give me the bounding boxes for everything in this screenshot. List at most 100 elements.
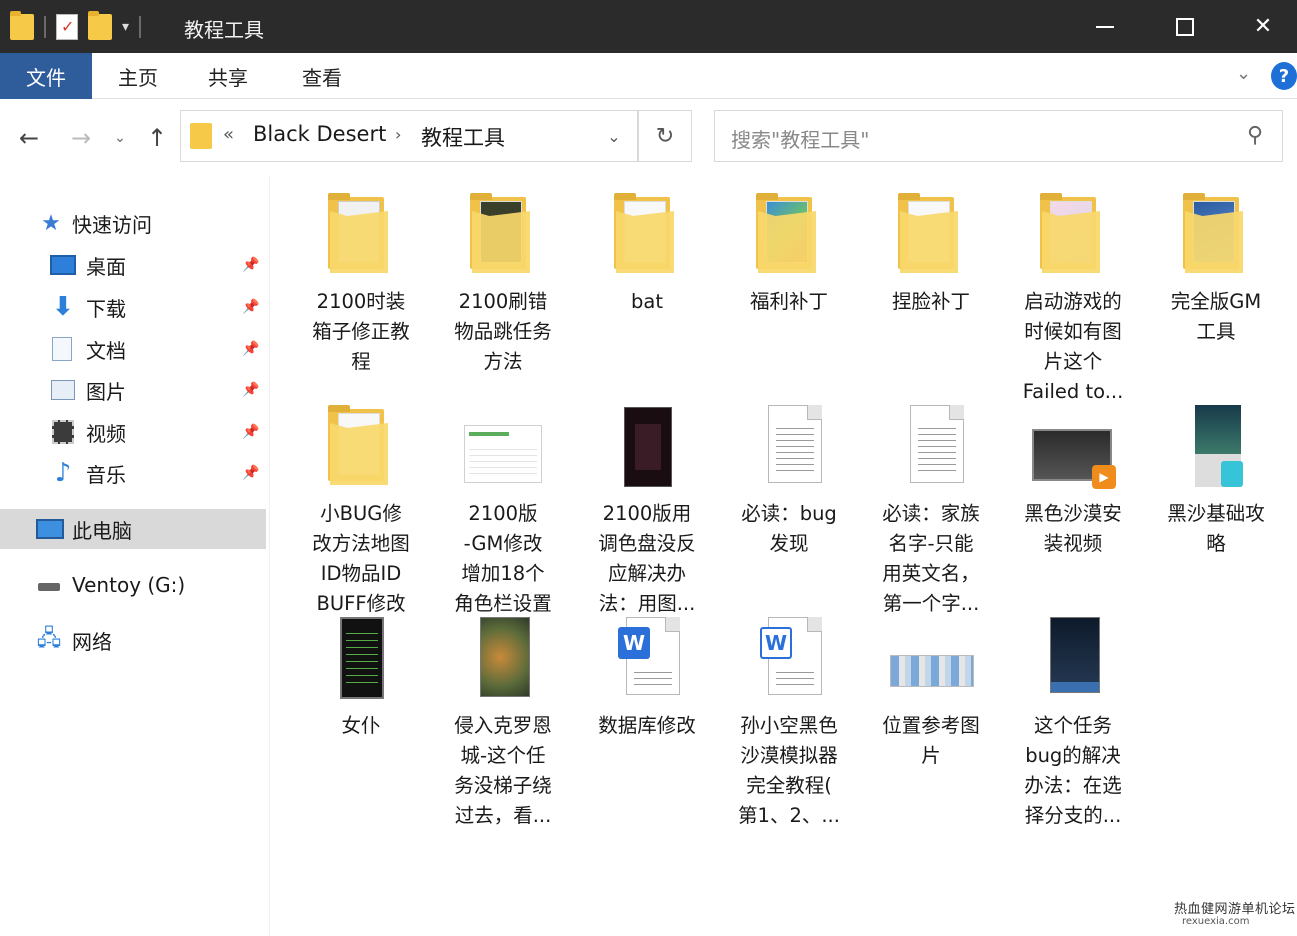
file-item[interactable]: 必读：bug 发现 bbox=[724, 405, 854, 559]
file-name-line: bat bbox=[631, 290, 663, 313]
file-item[interactable]: W 数据库修改 bbox=[582, 617, 712, 741]
breadcrumb-current[interactable]: 教程工具 bbox=[421, 122, 505, 152]
file-item[interactable]: 福利补丁 bbox=[724, 193, 854, 317]
file-name-line: 启动游戏的 bbox=[1024, 290, 1122, 313]
forward-button[interactable]: → bbox=[64, 123, 98, 153]
breadcrumb-overflow[interactable]: « bbox=[223, 124, 234, 145]
sidebar-item-quick-access[interactable]: ★ 快速访问 bbox=[0, 203, 266, 243]
file-item[interactable]: 启动游戏的 时候如有图 片这个 Failed to... bbox=[1008, 193, 1138, 407]
file-name-line: 方法 bbox=[483, 350, 523, 373]
search-icon[interactable]: ⚲ bbox=[1247, 123, 1263, 148]
folder-icon bbox=[886, 193, 976, 283]
back-button[interactable]: ← bbox=[12, 123, 46, 153]
file-name: 必读：bug 发现 bbox=[725, 499, 853, 559]
file-item[interactable]: 完全版GM 工具 bbox=[1151, 193, 1281, 347]
computer-icon bbox=[36, 519, 64, 539]
pin-icon[interactable]: 📌 bbox=[242, 299, 259, 315]
breadcrumb-separator[interactable]: › bbox=[395, 125, 401, 144]
file-name-line: 位置参考图 bbox=[882, 714, 980, 737]
tab-home[interactable]: 主页 bbox=[98, 53, 178, 99]
file-item[interactable]: 2100版用 调色盘没反 应解决办 法：用图... bbox=[582, 407, 712, 619]
close-button[interactable]: ✕ bbox=[1228, 0, 1297, 53]
chevron-down-icon: ⌄ bbox=[607, 126, 621, 146]
up-button[interactable]: ↑ bbox=[140, 123, 174, 153]
folder-icon bbox=[10, 11, 34, 40]
file-item[interactable]: 2100时装 箱子修正教 程 bbox=[296, 193, 426, 377]
file-name-line: 用英文名， bbox=[882, 562, 980, 585]
help-button[interactable]: ? bbox=[1271, 62, 1297, 90]
image-thumbnail-icon bbox=[458, 409, 548, 495]
file-name: 侵入克罗恩 城-这个任 务没梯子绕 过去，看... bbox=[439, 711, 567, 831]
file-item[interactable]: 位置参考图 片 bbox=[866, 621, 996, 771]
file-item[interactable]: 2100版 -GM修改 增加18个 角色栏设置 bbox=[438, 409, 568, 619]
folder-icon bbox=[190, 123, 212, 149]
toolbar-divider bbox=[44, 16, 46, 38]
file-name-line: 择分支的... bbox=[1024, 804, 1122, 827]
file-name-line: 法：用图... bbox=[598, 592, 696, 615]
maximize-button[interactable] bbox=[1150, 0, 1220, 53]
refresh-button[interactable]: ↻ bbox=[638, 110, 692, 162]
sidebar-item-label: 视频 bbox=[86, 421, 126, 446]
sidebar-item-pictures[interactable]: 图片 📌 bbox=[0, 370, 266, 410]
file-item[interactable]: 小BUG修 改方法地图 ID物品ID BUFF修改 bbox=[296, 405, 426, 619]
properties-icon[interactable] bbox=[56, 14, 78, 40]
file-item[interactable]: 必读：家族 名字-只能 用英文名， 第一个字... bbox=[866, 405, 996, 619]
file-item[interactable]: 女仆 bbox=[296, 617, 426, 741]
window-title: 教程工具 bbox=[184, 18, 264, 42]
file-item[interactable]: 这个任务 bug的解决 办法：在选 择分支的... bbox=[1008, 617, 1138, 831]
folder-icon bbox=[1028, 193, 1118, 283]
file-item[interactable]: bat bbox=[582, 193, 712, 317]
file-name-line: 略 bbox=[1206, 532, 1226, 555]
folder-icon bbox=[316, 405, 406, 495]
file-item[interactable]: ▶ 黑色沙漠安 装视频 bbox=[1008, 409, 1138, 559]
pin-icon[interactable]: 📌 bbox=[242, 382, 259, 398]
sidebar-item-desktop[interactable]: 桌面 📌 bbox=[0, 245, 266, 285]
sidebar-item-videos[interactable]: 视频 📌 bbox=[0, 412, 266, 452]
file-name: 数据库修改 bbox=[583, 711, 711, 741]
new-folder-icon[interactable] bbox=[88, 11, 112, 40]
maximize-icon bbox=[1176, 17, 1194, 36]
minimize-button[interactable] bbox=[1070, 0, 1140, 53]
file-name-line: 片这个 bbox=[1043, 350, 1103, 373]
address-history-button[interactable]: ⌄ bbox=[604, 110, 624, 162]
chevron-down-icon: ⌄ bbox=[114, 130, 126, 146]
sidebar-item-music[interactable]: ♪ 音乐 📌 bbox=[0, 453, 266, 493]
file-item[interactable]: 黑沙基础攻 略 bbox=[1151, 405, 1281, 559]
expand-ribbon-icon[interactable]: ⌄ bbox=[1236, 63, 1251, 84]
image-thumbnail-icon bbox=[602, 407, 692, 495]
image-thumbnail-icon bbox=[1171, 405, 1261, 495]
file-item[interactable]: 2100刷错 物品跳任务 方法 bbox=[438, 193, 568, 377]
pin-icon[interactable]: 📌 bbox=[242, 257, 259, 273]
sidebar-item-network[interactable]: 🖧 网络 bbox=[0, 620, 266, 660]
file-name: 启动游戏的 时候如有图 片这个 Failed to... bbox=[1009, 287, 1137, 407]
sidebar-item-this-pc[interactable]: 此电脑 bbox=[0, 509, 266, 549]
file-name-line: 发现 bbox=[769, 532, 809, 555]
word-icon: W bbox=[760, 627, 792, 659]
file-name-line: 完全教程( bbox=[746, 774, 832, 797]
tab-share[interactable]: 共享 bbox=[188, 53, 268, 99]
recent-locations-button[interactable]: ⌄ bbox=[110, 123, 130, 153]
pin-icon[interactable]: 📌 bbox=[242, 424, 259, 440]
search-box[interactable]: 搜索"教程工具" ⚲ bbox=[714, 110, 1283, 162]
sidebar-item-label: 网络 bbox=[72, 629, 112, 654]
file-name-line: ID物品ID bbox=[320, 562, 402, 585]
download-icon: ⬇ bbox=[52, 292, 74, 322]
breadcrumb-black-desert[interactable]: Black Desert bbox=[253, 122, 386, 146]
file-item[interactable]: 侵入克罗恩 城-这个任 务没梯子绕 过去，看... bbox=[438, 617, 568, 831]
tab-view[interactable]: 查看 bbox=[280, 53, 364, 99]
file-name-line: 办法：在选 bbox=[1024, 774, 1122, 797]
sidebar-item-downloads[interactable]: ⬇ 下载 📌 bbox=[0, 287, 266, 327]
network-icon: 🖧 bbox=[36, 626, 62, 651]
desktop-icon bbox=[50, 255, 76, 275]
sidebar-item-documents[interactable]: 文档 📌 bbox=[0, 329, 266, 369]
file-item[interactable]: W 孙小空黑色 沙漠模拟器 完全教程( 第1、2、... bbox=[724, 617, 854, 831]
file-name: 完全版GM 工具 bbox=[1152, 287, 1280, 347]
customize-toolbar-icon[interactable]: ▾ bbox=[122, 19, 129, 35]
pin-icon[interactable]: 📌 bbox=[242, 341, 259, 357]
tab-file[interactable]: 文件 bbox=[0, 53, 92, 99]
file-item[interactable]: 捏脸补丁 bbox=[866, 193, 996, 317]
arrow-left-icon: ← bbox=[18, 124, 40, 152]
sidebar-item-ventoy-drive[interactable]: Ventoy (G:) bbox=[0, 565, 266, 605]
pin-icon[interactable]: 📌 bbox=[242, 465, 259, 481]
address-bar[interactable]: « Black Desert › 教程工具 bbox=[180, 110, 638, 162]
